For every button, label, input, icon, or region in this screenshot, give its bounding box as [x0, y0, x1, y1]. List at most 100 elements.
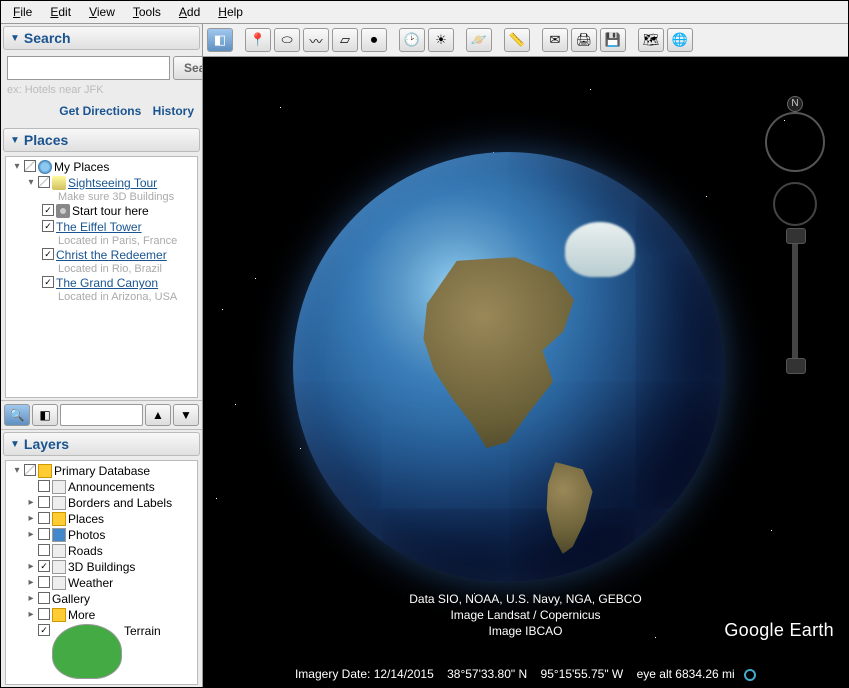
checkbox[interactable]	[42, 220, 54, 232]
expand-icon[interactable]: ▸	[26, 560, 36, 574]
up-button[interactable]: ▲	[145, 404, 171, 426]
my-places[interactable]: My Places	[54, 160, 109, 174]
checkbox[interactable]	[38, 176, 50, 188]
layer-3d-buildings[interactable]: 3D Buildings	[68, 560, 135, 574]
layer-more[interactable]: More	[68, 608, 95, 622]
places-toolbar: 🔍 ◧ ▲ ▼	[1, 400, 202, 430]
menu-file[interactable]: File	[5, 3, 40, 21]
checkbox[interactable]	[38, 544, 50, 556]
christ-redeemer[interactable]: Christ the Redeemer	[56, 248, 167, 262]
checkbox[interactable]	[38, 624, 50, 636]
search-input[interactable]	[7, 56, 170, 80]
checkbox[interactable]	[38, 496, 50, 508]
places-panel-header[interactable]: ▼ Places	[3, 128, 200, 152]
globe[interactable]	[293, 152, 723, 582]
checkbox[interactable]	[38, 608, 50, 620]
search-panel-header[interactable]: ▼ Search	[3, 26, 200, 50]
sightseeing-tour[interactable]: Sightseeing Tour	[68, 176, 157, 190]
zoom-slider[interactable]	[792, 236, 798, 366]
menu-view[interactable]: View	[81, 3, 123, 21]
planet-button[interactable]: 🪐	[466, 28, 492, 52]
look-joystick[interactable]	[773, 182, 817, 226]
expand-icon[interactable]: ▸	[26, 496, 36, 510]
layer-gallery[interactable]: Gallery	[52, 592, 90, 606]
eye-alt-label: eye alt	[637, 667, 672, 681]
search-places-button[interactable]: 🔍	[4, 404, 30, 426]
polygon-button[interactable]: ⬭	[274, 28, 300, 52]
ruler-button[interactable]: 📏	[504, 28, 530, 52]
attr-line2: Image Landsat / Copernicus	[409, 607, 642, 623]
imagery-date: 12/14/2015	[374, 667, 434, 681]
menu-edit[interactable]: Edit	[42, 3, 79, 21]
checkbox[interactable]	[24, 464, 36, 476]
north-indicator[interactable]: N	[787, 96, 803, 112]
south-america	[538, 462, 600, 554]
history-link[interactable]: History	[153, 104, 194, 118]
expand-icon[interactable]: ▸	[26, 576, 36, 590]
checkbox[interactable]	[38, 480, 50, 492]
expand-icon[interactable]: ▾	[26, 176, 36, 190]
layer-photos[interactable]: Photos	[68, 528, 105, 542]
compass[interactable]: N	[765, 112, 825, 172]
sidebar-toggle-button[interactable]: ◧	[207, 28, 233, 52]
expand-icon[interactable]: ▸	[26, 528, 36, 542]
search-button[interactable]: Search	[173, 56, 203, 80]
layer-terrain[interactable]: Terrain	[124, 624, 161, 638]
checkbox[interactable]	[38, 592, 50, 604]
checkbox[interactable]	[42, 204, 54, 216]
email-button[interactable]: ✉	[542, 28, 568, 52]
north-america	[413, 257, 588, 452]
placemark-button[interactable]: 📍	[245, 28, 271, 52]
save-image-button[interactable]: 💾	[600, 28, 626, 52]
expand-icon[interactable]: ▸	[26, 608, 36, 622]
viewport: ◧ 📍 ⬭ 〰 ▱ ⏺ 🕑 ☀ 🪐 📏 ✉ 🖨 💾 🗺 🌐	[203, 24, 848, 687]
history-button[interactable]: 🕑	[399, 28, 425, 52]
earth-view[interactable]: N Data SIO, NOAA, U.S. Navy, NGA, GEBCO …	[203, 57, 848, 687]
layer-weather[interactable]: Weather	[68, 576, 113, 590]
brand-logo: Google Earth	[724, 620, 834, 641]
eiffel-tower[interactable]: The Eiffel Tower	[56, 220, 142, 234]
toggle-button[interactable]: ◧	[32, 404, 58, 426]
latitude: 38°57'33.80" N	[447, 667, 527, 681]
checkbox[interactable]	[24, 160, 36, 172]
layer-borders[interactable]: Borders and Labels	[68, 496, 172, 510]
places-title: Places	[24, 132, 68, 148]
path-button[interactable]: 〰	[303, 28, 329, 52]
checkbox[interactable]	[42, 276, 54, 288]
layer-announcements[interactable]: Announcements	[68, 480, 155, 494]
layers-panel-header[interactable]: ▼ Layers	[3, 432, 200, 456]
overlay-button[interactable]: ▱	[332, 28, 358, 52]
layer-places[interactable]: Places	[68, 512, 104, 526]
checkbox[interactable]	[38, 576, 50, 588]
earth-button[interactable]: 🌐	[667, 28, 693, 52]
search-title: Search	[24, 30, 71, 46]
expand-icon[interactable]: ▾	[12, 464, 22, 478]
greenland	[565, 222, 635, 277]
menu-tools[interactable]: Tools	[125, 3, 169, 21]
longitude: 95°15'55.75" W	[541, 667, 624, 681]
maps-button[interactable]: 🗺	[638, 28, 664, 52]
folder-icon	[52, 176, 66, 190]
checkbox[interactable]	[42, 248, 54, 260]
layers-title: Layers	[24, 436, 69, 452]
print-button[interactable]: 🖨	[571, 28, 597, 52]
checkbox[interactable]	[38, 512, 50, 524]
sunlight-button[interactable]: ☀	[428, 28, 454, 52]
checkbox[interactable]	[38, 560, 50, 572]
grand-canyon[interactable]: The Grand Canyon	[56, 276, 158, 290]
expand-icon[interactable]: ▸	[26, 512, 36, 526]
checkbox[interactable]	[38, 528, 50, 540]
menu-help[interactable]: Help	[210, 3, 251, 21]
folder-icon	[52, 608, 66, 622]
down-button[interactable]: ▼	[173, 404, 199, 426]
opacity-slider[interactable]	[60, 404, 143, 426]
get-directions-link[interactable]: Get Directions	[59, 104, 141, 118]
christ-desc: Located in Rio, Brazil	[8, 263, 195, 275]
expand-icon[interactable]: ▸	[26, 592, 36, 606]
start-tour[interactable]: Start tour here	[72, 204, 149, 218]
record-button[interactable]: ⏺	[361, 28, 387, 52]
expand-icon[interactable]: ▾	[12, 160, 22, 174]
layer-roads[interactable]: Roads	[68, 544, 103, 558]
primary-database[interactable]: Primary Database	[54, 464, 150, 478]
menu-add[interactable]: Add	[171, 3, 208, 21]
